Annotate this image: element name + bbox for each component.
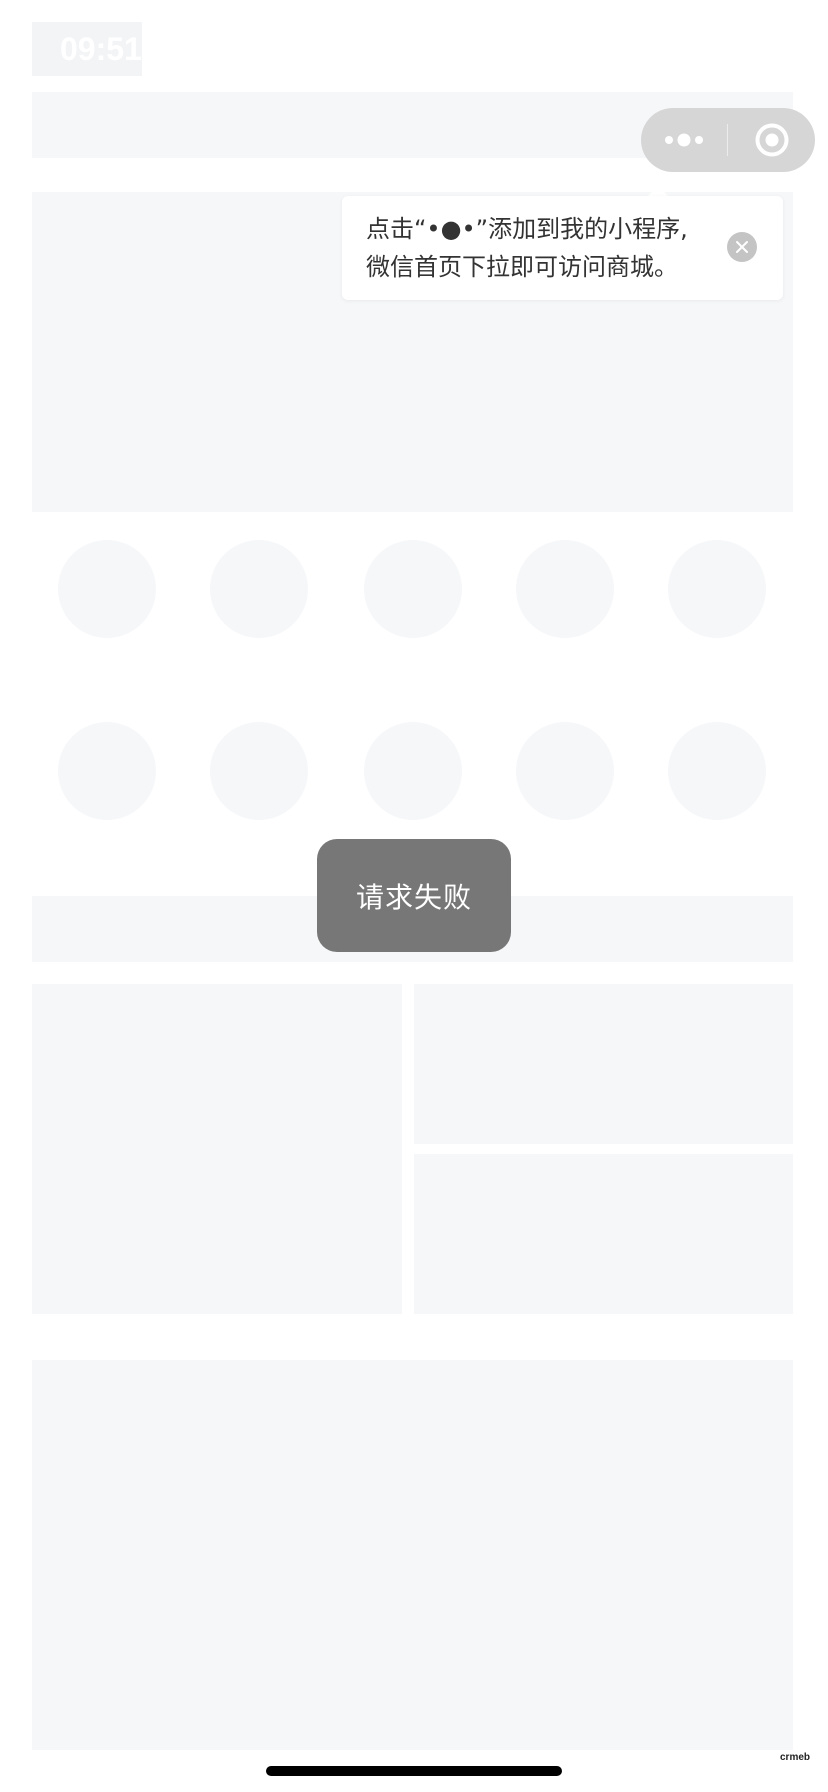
target-circle-icon[interactable] (728, 108, 815, 172)
crmeb-watermark: crmeb (780, 1752, 811, 1763)
close-x-icon[interactable] (727, 232, 757, 262)
skeleton-nav-icon (668, 540, 766, 638)
skeleton-promo-bottom (414, 1154, 793, 1314)
tooltip-line-1: 点击“•●•”添加到我的小程序, (366, 215, 688, 243)
skeleton-nav-icon (364, 722, 462, 820)
skeleton-promo-large (32, 984, 402, 1314)
skeleton-nav-icon (58, 540, 156, 638)
skeleton-nav-icon (516, 722, 614, 820)
skeleton-nav-icon (668, 722, 766, 820)
tooltip-text: 点击“•●•”添加到我的小程序, 微信首页下拉即可访问商城。 (366, 210, 696, 286)
skeleton-nav-icon (516, 540, 614, 638)
skeleton-nav-icon (210, 540, 308, 638)
miniprogram-capsule (641, 108, 815, 172)
skeleton-nav-icon (364, 540, 462, 638)
error-toast: 请求失败 (317, 839, 511, 952)
home-indicator (266, 1766, 562, 1776)
skeleton-nav-icon (58, 722, 156, 820)
add-miniprogram-tooltip: 点击“•●•”添加到我的小程序, 微信首页下拉即可访问商城。 (342, 196, 783, 300)
tooltip-line-2: 微信首页下拉即可访问商城。 (366, 253, 678, 281)
status-bar-time: 09:51 (32, 22, 142, 76)
skeleton-product-section (32, 1360, 793, 1750)
more-dots-icon[interactable] (641, 108, 727, 172)
skeleton-nav-icon (210, 722, 308, 820)
skeleton-promo-top (414, 984, 793, 1144)
